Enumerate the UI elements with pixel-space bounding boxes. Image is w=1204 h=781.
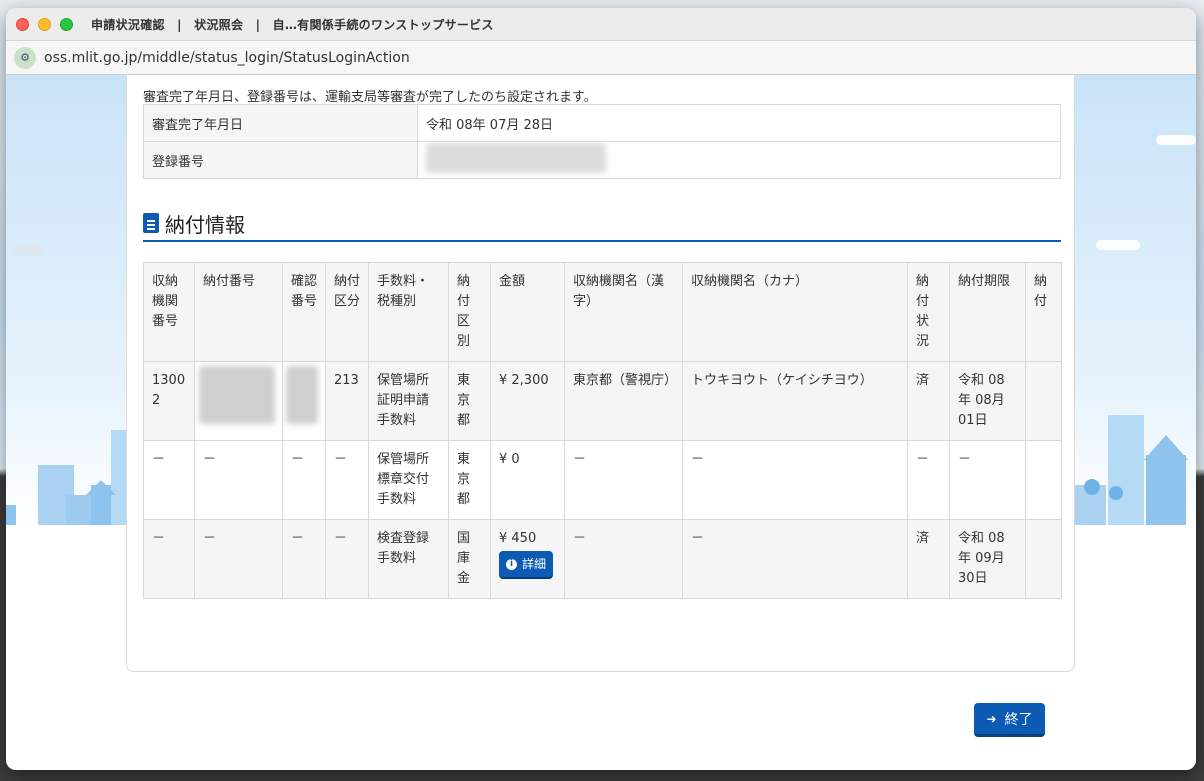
cell-agency-kanji: － <box>564 440 683 520</box>
end-button-label: 終了 <box>1004 711 1033 728</box>
review-date-label: 審査完了年月日 <box>143 104 418 142</box>
registration-number-label: 登録番号 <box>143 141 418 179</box>
payment-section-header: 納付情報 <box>143 206 1061 242</box>
cell-pay <box>1025 440 1062 520</box>
cell-agency-kana: － <box>682 519 908 599</box>
header-agency-kana: 収納機関名（カナ） <box>682 262 908 362</box>
cell-fee-type: 保管場所証明申請手数料 <box>368 361 449 441</box>
cell-confirm-number: － <box>282 519 326 599</box>
header-payment-class: 納付区分 <box>325 262 369 362</box>
cell-payment-kind: 東京都 <box>448 361 491 441</box>
minimize-window-button[interactable] <box>38 17 51 31</box>
cell-agency-number: － <box>143 519 195 599</box>
window-title: 申請状況確認 | 状況照会 | 自…有関係手続のワンストップサービス <box>91 17 494 32</box>
cell-pay <box>1025 361 1062 441</box>
end-button[interactable]: ➜ 終了 <box>974 703 1045 737</box>
zoom-window-button[interactable] <box>60 17 73 31</box>
detail-button[interactable]: i 詳細 <box>499 551 554 579</box>
header-agency-number: 収納機関番号 <box>143 262 195 362</box>
cell-payment-class: 213 <box>325 361 369 441</box>
review-info-table: 審査完了年月日 令和 08年 07月 28日 登録番号 <box>143 104 1061 179</box>
close-window-button[interactable] <box>16 17 29 31</box>
amount-value: ¥ 450 <box>499 531 537 546</box>
registration-number-value <box>417 141 1061 179</box>
review-row-date: 審査完了年月日 令和 08年 07月 28日 <box>143 104 1061 142</box>
page-viewport: 審査完了年月日、登録番号は、運輸支局等審査が完了したのち設定されます。 審査完了… <box>6 75 1196 770</box>
table-row: － － － － 保管場所標章交付手数料 東京都 ¥ 0 － － － － <box>143 440 1062 520</box>
window-controls <box>16 17 73 31</box>
header-pay: 納付 <box>1025 262 1062 362</box>
cell-status: － <box>907 440 950 520</box>
cell-agency-number: － <box>143 440 195 520</box>
table-row: － － － － 検査登録手数料 国庫金 ¥ 450 i 詳細 － － 済 令和 … <box>143 519 1062 599</box>
header-deadline: 納付期限 <box>949 262 1026 362</box>
cloud-decoration <box>1096 240 1140 250</box>
cell-agency-kana: トウキヨウト（ケイシチヨウ） <box>682 361 908 441</box>
review-row-registration: 登録番号 <box>143 141 1061 179</box>
cell-fee-type: 保管場所標章交付手数料 <box>368 440 449 520</box>
header-fee-type: 手数料・税種別 <box>368 262 449 362</box>
cell-agency-kana: － <box>682 440 908 520</box>
cell-payment-class: － <box>325 519 369 599</box>
payment-section-title: 納付情報 <box>165 212 245 237</box>
sign-out-icon: ➜ <box>986 711 997 726</box>
cell-deadline: 令和 08年 08月 01日 <box>949 361 1026 441</box>
header-agency-kanji: 収納機関名（漢字） <box>564 262 683 362</box>
site-settings-icon[interactable]: ⚙ <box>14 46 36 69</box>
cell-payment-kind: 国庫金 <box>448 519 491 599</box>
cell-confirm-number <box>282 361 326 441</box>
header-confirm-number: 確認番号 <box>282 262 326 362</box>
redacted-confirm-number <box>286 366 318 424</box>
header-payment-number: 納付番号 <box>194 262 283 362</box>
url-text[interactable]: oss.mlit.go.jp/middle/status_login/Statu… <box>44 50 410 66</box>
payment-table-header: 収納機関番号 納付番号 確認番号 納付区分 手数料・税種別 納付区別 金額 収納… <box>143 262 1062 362</box>
table-row: 13002 213 保管場所証明申請手数料 東京都 ¥ 2,300 東京都（警視… <box>143 361 1062 441</box>
header-status: 納付状況 <box>907 262 950 362</box>
cell-payment-class: － <box>325 440 369 520</box>
cell-status: 済 <box>907 519 950 599</box>
cloud-decoration <box>11 245 45 255</box>
review-date-value: 令和 08年 07月 28日 <box>417 104 1061 142</box>
redacted-registration-number <box>426 143 606 173</box>
detail-button-label: 詳細 <box>522 557 547 571</box>
cell-agency-number: 13002 <box>143 361 195 441</box>
header-amount: 金額 <box>490 262 565 362</box>
cell-payment-number <box>194 361 283 441</box>
cell-deadline: 令和 08年 09月 30日 <box>949 519 1026 599</box>
title-bar: 申請状況確認 | 状況照会 | 自…有関係手続のワンストップサービス <box>6 8 1196 41</box>
address-bar[interactable]: ⚙ oss.mlit.go.jp/middle/status_login/Sta… <box>6 41 1196 75</box>
cell-amount: ¥ 0 <box>490 440 565 520</box>
info-icon: i <box>506 558 517 570</box>
cell-payment-number: － <box>194 440 283 520</box>
city-illustration-right <box>1066 415 1188 525</box>
city-illustration-left <box>6 430 136 525</box>
payment-table: 収納機関番号 納付番号 確認番号 納付区分 手数料・税種別 納付区別 金額 収納… <box>143 262 1062 599</box>
review-note: 審査完了年月日、登録番号は、運輸支局等審査が完了したのち設定されます。 <box>143 90 597 105</box>
browser-window: 申請状況確認 | 状況照会 | 自…有関係手続のワンストップサービス ⚙ oss… <box>6 8 1196 770</box>
cell-fee-type: 検査登録手数料 <box>368 519 449 599</box>
cell-payment-kind: 東京都 <box>448 440 491 520</box>
redacted-payment-number <box>199 366 275 424</box>
document-icon <box>143 213 159 233</box>
cell-agency-kanji: － <box>564 519 683 599</box>
header-payment-kind: 納付区別 <box>448 262 491 362</box>
cell-payment-number: － <box>194 519 283 599</box>
cell-pay <box>1025 519 1062 599</box>
cell-amount: ¥ 450 i 詳細 <box>490 519 565 599</box>
cell-deadline: － <box>949 440 1026 520</box>
cloud-decoration <box>1156 135 1196 145</box>
cell-confirm-number: － <box>282 440 326 520</box>
cell-agency-kanji: 東京都（警視庁） <box>564 361 683 441</box>
content-panel: 審査完了年月日、登録番号は、運輸支局等審査が完了したのち設定されます。 審査完了… <box>126 75 1075 672</box>
cell-amount: ¥ 2,300 <box>490 361 565 441</box>
cell-status: 済 <box>907 361 950 441</box>
